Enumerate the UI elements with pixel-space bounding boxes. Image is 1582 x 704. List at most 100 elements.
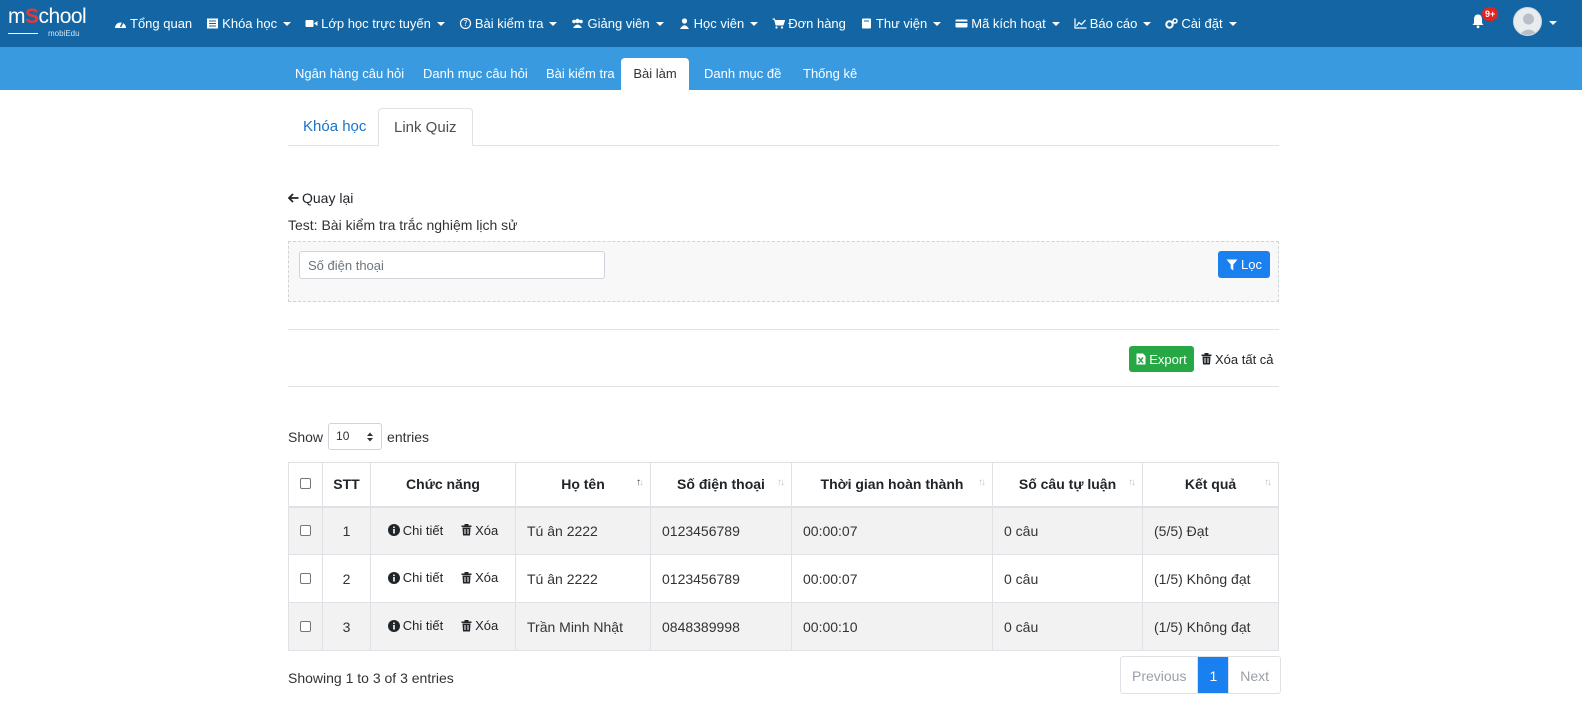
row-checkbox[interactable] xyxy=(300,620,311,632)
name-cell: Tú ân 2222 xyxy=(515,506,651,555)
select-arrows-icon xyxy=(367,432,374,442)
filter-button[interactable]: Lọc xyxy=(1218,251,1270,278)
phone-cell: 0123456789 xyxy=(650,506,792,555)
filter-icon xyxy=(1226,259,1238,270)
delete-button[interactable]: Xóa xyxy=(461,570,498,585)
name-cell: Tú ân 2222 xyxy=(515,554,651,603)
name-cell: Trần Minh Nhật xyxy=(515,602,651,651)
question-icon: ? xyxy=(459,18,471,29)
logo[interactable]: mSchool mobiEdu xyxy=(8,6,98,38)
nav-item-cai-dat[interactable]: Cài đặt xyxy=(1165,16,1237,31)
inner-tabs: Khóa học Link Quiz xyxy=(288,108,1279,146)
result-cell: (1/5) Không đạt xyxy=(1142,602,1279,651)
info-icon xyxy=(387,619,400,632)
time-cell: 00:00:07 xyxy=(791,506,993,555)
phone-cell: 0123456789 xyxy=(650,554,792,603)
column-header-thoi-gian[interactable]: Thời gian hoàn thành ↑↓ xyxy=(791,462,993,508)
tab-danh-muc-de[interactable]: Danh mục đề xyxy=(689,58,796,90)
select-all-header xyxy=(288,462,323,508)
detail-button[interactable]: Chi tiết xyxy=(387,570,443,585)
row-checkbox[interactable] xyxy=(300,524,311,536)
table-info: Showing 1 to 3 of 3 entries xyxy=(288,670,454,686)
column-header-so-dien-thoai[interactable]: Số điện thoại ↑↓ xyxy=(650,462,792,508)
nav-item-giang-vien[interactable]: Giảng viên xyxy=(571,16,664,31)
export-button[interactable]: Export xyxy=(1129,346,1194,372)
nav-item-khoa-hoc[interactable]: Khóa học xyxy=(206,16,292,31)
back-link[interactable]: Quay lại xyxy=(288,190,353,206)
table-row: 1 Chi tiết Xóa Tú ân 2222 0123456789 00:… xyxy=(288,506,1279,555)
trash-icon xyxy=(461,619,472,632)
test-title: Test: Bài kiểm tra trắc nghiệm lịch sử xyxy=(288,217,518,233)
nav-item-don-hang[interactable]: Đơn hàng xyxy=(772,16,846,31)
divider xyxy=(288,386,1279,387)
users-icon xyxy=(572,18,584,28)
nav-item-tong-quan[interactable]: Tổng quan xyxy=(114,16,192,31)
chevron-down-icon[interactable] xyxy=(1549,21,1557,25)
top-navbar: mSchool mobiEdu Tổng quan Khóa học Lớp h… xyxy=(0,0,1582,47)
column-header-chuc-nang: Chức năng xyxy=(370,462,516,508)
result-cell: (5/5) Đạt xyxy=(1142,506,1279,555)
tab-danh-muc-cau-hoi[interactable]: Danh mục câu hỏi xyxy=(408,58,543,90)
column-header-ho-ten[interactable]: Họ tên ↑↓ xyxy=(515,462,651,508)
chevron-down-icon xyxy=(436,21,445,26)
filter-panel: Lọc xyxy=(288,241,1279,302)
row-checkbox[interactable] xyxy=(300,572,311,584)
actions-cell: Chi tiết Xóa xyxy=(370,554,516,603)
row-select-cell xyxy=(288,554,323,603)
nav-item-thu-vien[interactable]: Thư viện xyxy=(860,16,942,31)
detail-button[interactable]: Chi tiết xyxy=(387,523,443,538)
nav-item-bai-kiem-tra[interactable]: ? Bài kiểm tra xyxy=(459,16,558,31)
column-header-ket-qua[interactable]: Kết quả ↑↓ xyxy=(1142,462,1279,508)
page-length-select[interactable]: 10 xyxy=(328,423,383,450)
divider xyxy=(288,329,1279,330)
tab-bai-lam[interactable]: Bài làm xyxy=(621,58,689,90)
essay-cell: 0 câu xyxy=(992,506,1143,555)
trash-icon xyxy=(461,571,472,584)
table-row: 2 Chi tiết Xóa Tú ân 2222 0123456789 00:… xyxy=(288,554,1279,603)
video-icon xyxy=(305,20,318,27)
chevron-down-icon xyxy=(549,21,558,26)
dashboard-icon xyxy=(115,21,126,28)
sort-icon: ↑↓ xyxy=(1264,477,1272,488)
tab-khoa-hoc[interactable]: Khóa học xyxy=(288,108,381,146)
sort-icon: ↑↓ xyxy=(1128,477,1136,488)
delete-all-button[interactable]: Xóa tất cả xyxy=(1201,346,1274,372)
tab-ngan-hang-cau-hoi[interactable]: Ngân hàng câu hỏi xyxy=(280,58,419,90)
nav-item-lop-hoc-truc-tuyen[interactable]: Lớp học trực tuyến xyxy=(305,16,445,31)
chevron-down-icon xyxy=(655,21,664,26)
pagination-page-1[interactable]: 1 xyxy=(1198,657,1230,693)
stt-cell: 3 xyxy=(322,602,371,651)
main-nav: Tổng quan Khóa học Lớp học trực tuyến ? … xyxy=(114,0,1251,47)
chevron-down-icon xyxy=(1051,21,1060,26)
stt-cell: 2 xyxy=(322,554,371,603)
detail-button[interactable]: Chi tiết xyxy=(387,618,443,633)
page-length-control: Show 10 entries xyxy=(288,423,429,450)
list-icon xyxy=(207,18,219,29)
excel-file-icon xyxy=(1136,353,1146,365)
sort-icon: ↑↓ xyxy=(777,477,785,488)
nav-item-ma-kich-hoat[interactable]: Mã kích hoạt xyxy=(955,16,1060,31)
nav-item-hoc-vien[interactable]: Học viên xyxy=(678,16,759,31)
notification-badge: 9+ xyxy=(1482,7,1499,21)
tab-thong-ke[interactable]: Thống kê xyxy=(788,58,872,90)
pagination-next[interactable]: Next xyxy=(1229,657,1280,693)
pagination-previous[interactable]: Previous xyxy=(1121,657,1199,693)
column-header-stt[interactable]: STT xyxy=(322,462,371,508)
chevron-down-icon xyxy=(283,21,292,26)
delete-button[interactable]: Xóa xyxy=(461,618,498,633)
info-icon xyxy=(387,571,400,584)
column-header-so-cau-tu-luan[interactable]: Số câu tự luận ↑↓ xyxy=(992,462,1143,508)
actions-cell: Chi tiết Xóa xyxy=(370,602,516,651)
avatar[interactable] xyxy=(1513,7,1542,36)
delete-button[interactable]: Xóa xyxy=(461,523,498,538)
nav-item-bao-cao[interactable]: Báo cáo xyxy=(1074,16,1152,31)
phone-input[interactable] xyxy=(299,251,605,279)
stt-cell: 1 xyxy=(322,506,371,555)
cart-icon xyxy=(772,18,786,29)
logo-sub: mobiEdu xyxy=(48,29,80,38)
tab-link-quiz[interactable]: Link Quiz xyxy=(378,108,473,146)
info-icon xyxy=(387,524,400,536)
card-icon xyxy=(955,19,968,28)
tab-bai-kiem-tra[interactable]: Bài kiểm tra xyxy=(531,58,630,90)
select-all-checkbox[interactable] xyxy=(300,478,311,490)
